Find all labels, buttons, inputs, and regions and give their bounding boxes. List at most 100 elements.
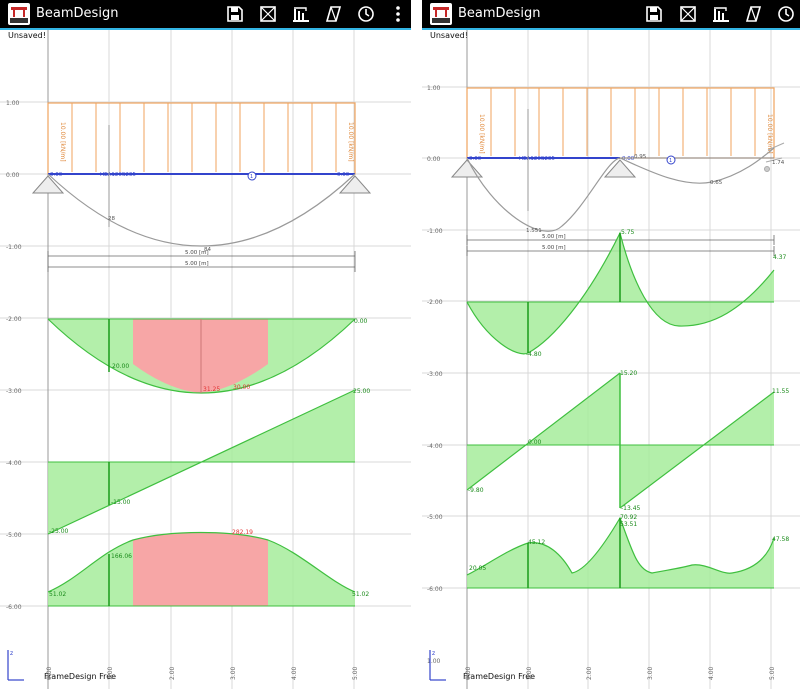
footer-label: FrameDesign Free: [44, 672, 117, 681]
section-icon[interactable]: [291, 4, 311, 24]
stress-diagram[interactable]: [466, 516, 775, 589]
x-tick: 5.00: [769, 666, 776, 680]
y-tick: -2.00: [427, 299, 443, 306]
footer-label: FrameDesign Free: [463, 672, 536, 681]
beam-diagram-canvas[interactable]: 1.00 0.00 -1.00 -2.00 -3.00 -4.00 -5.00 …: [0, 30, 411, 689]
load-icon[interactable]: [323, 4, 343, 24]
support-pin-left[interactable]: [450, 159, 484, 178]
axis-indicator-icon: z: [429, 650, 446, 681]
deflection-label: 0.65: [710, 180, 723, 186]
load-label-left: 10.00 [kN/m]: [478, 114, 485, 154]
dimension-label: 5.00 [m]: [185, 250, 209, 256]
screen-right: BeamDesign Unsaved! 1.00 0.00 -1.00 -2.0…: [422, 0, 800, 689]
save-icon[interactable]: [644, 4, 664, 24]
shear-diagram[interactable]: [47, 389, 356, 535]
support-pin-left[interactable]: [31, 175, 65, 194]
y-tick: 0.00: [427, 156, 441, 163]
app-bar: BeamDesign: [422, 0, 800, 28]
x-tick: 4.00: [291, 666, 298, 680]
deflection-label: 0.95: [634, 154, 647, 160]
stress-label: 51.02: [352, 591, 369, 598]
load-icon[interactable]: [743, 4, 763, 24]
y-tick: -4.00: [6, 460, 22, 467]
shear-label: 11.55: [772, 388, 789, 395]
deflection-label: 1.551: [526, 228, 542, 234]
clock-icon[interactable]: [776, 4, 796, 24]
app-title: BeamDesign: [36, 6, 119, 21]
moment-label: 4.37: [773, 254, 787, 261]
moment-label: 30.00: [233, 384, 250, 391]
app-title: BeamDesign: [458, 6, 541, 21]
y-tick: -5.00: [6, 532, 22, 539]
x-tick: 3.00: [647, 666, 654, 680]
x-tick: 2.00: [586, 666, 593, 680]
y-tick: -3.00: [6, 388, 22, 395]
shear-diagram[interactable]: [466, 372, 775, 509]
moment-label: 5.75: [621, 229, 635, 236]
frame-icon[interactable]: [678, 4, 698, 24]
stress-label: 282.19: [232, 529, 253, 536]
axis-indicator-icon: z: [7, 650, 24, 681]
x-tick: 4.00: [708, 666, 715, 680]
shear-label: -13.45: [621, 505, 641, 512]
shear-label: -9.80: [468, 487, 484, 494]
shear-label: -25.00: [49, 528, 69, 535]
y-tick: -5.00: [427, 514, 443, 521]
frame-icon[interactable]: [258, 4, 278, 24]
deflection-curve: [47, 173, 356, 247]
app-logo-icon: [8, 3, 30, 25]
shear-label: 0.00: [528, 439, 542, 446]
overflow-menu-icon[interactable]: [388, 4, 408, 24]
y-tick: -2.00: [6, 316, 22, 323]
section-label: HEA120S235: [519, 156, 555, 162]
stress-label: 70.92: [620, 514, 637, 521]
load-label-right: 10.00 [kN/m]: [766, 114, 773, 154]
deflection-label: 1.74: [772, 160, 785, 166]
mid-support-label: 0.00: [622, 156, 635, 162]
screen-left: BeamDesign Unsaved! 1.00 0.00 -1.00 -2.0…: [0, 0, 411, 689]
y-tick: -1.00: [6, 244, 22, 251]
beam-diagram-canvas[interactable]: 1.00 0.00 -1.00 -2.00 -3.00 -4.00 -5.00 …: [422, 30, 800, 689]
save-icon[interactable]: [225, 4, 245, 24]
load-label-right: 10.00 [kN/m]: [347, 122, 354, 162]
x-tick: 3.00: [230, 666, 237, 680]
y-tick: -3.00: [427, 371, 443, 378]
axis-label: z: [432, 650, 435, 657]
moment-label: 31.25: [203, 386, 220, 393]
stress-label: 20.05: [469, 565, 486, 572]
load-label-left: 10.00 [kN/m]: [59, 122, 66, 162]
stress-label: 166.06: [111, 553, 132, 560]
distributed-load[interactable]: 10.00 [kN/m] 10.00 [kN/m]: [466, 87, 775, 159]
y-tick: -6.00: [6, 604, 22, 611]
support-pin-right[interactable]: [338, 175, 372, 194]
x-tick: 5.00: [352, 666, 359, 680]
clock-icon[interactable]: [356, 4, 376, 24]
stress-label: 51.02: [49, 591, 66, 598]
axis-label: z: [10, 650, 13, 657]
section-icon[interactable]: [711, 4, 731, 24]
support-label-right: 0.00: [337, 172, 350, 178]
y-tick: -6.00: [427, 586, 443, 593]
y-tick: 1.00: [6, 100, 20, 107]
app-bar: BeamDesign: [0, 0, 411, 28]
y-tick: 0.00: [6, 172, 20, 179]
deflection-label: 28: [108, 216, 115, 222]
moment-label: 20.00: [112, 363, 129, 370]
y-tick: -1.00: [427, 228, 443, 235]
distributed-load[interactable]: 10.00 [kN/m] 10.00 [kN/m]: [47, 102, 356, 175]
y-tick: -4.00: [427, 443, 443, 450]
app-logo-icon: [430, 3, 452, 25]
dimension-label: 5.00 [m]: [542, 234, 566, 240]
stress-diagram[interactable]: [47, 531, 356, 607]
stress-label: 45.12: [528, 539, 545, 546]
dimension-label: 5.00 [m]: [185, 261, 209, 267]
shear-label: -15.00: [111, 499, 131, 506]
dimension-label: 5.00 [m]: [542, 245, 566, 251]
moment-label: -4.80: [526, 351, 542, 358]
x-tick: 2.00: [169, 666, 176, 680]
moment-diagram[interactable]: [47, 318, 356, 394]
section-label: HEA120S235: [100, 172, 136, 178]
stress-label: 47.58: [772, 536, 789, 543]
node-marker-label: 1: [250, 174, 253, 180]
stress-label: 53.51: [620, 521, 637, 528]
